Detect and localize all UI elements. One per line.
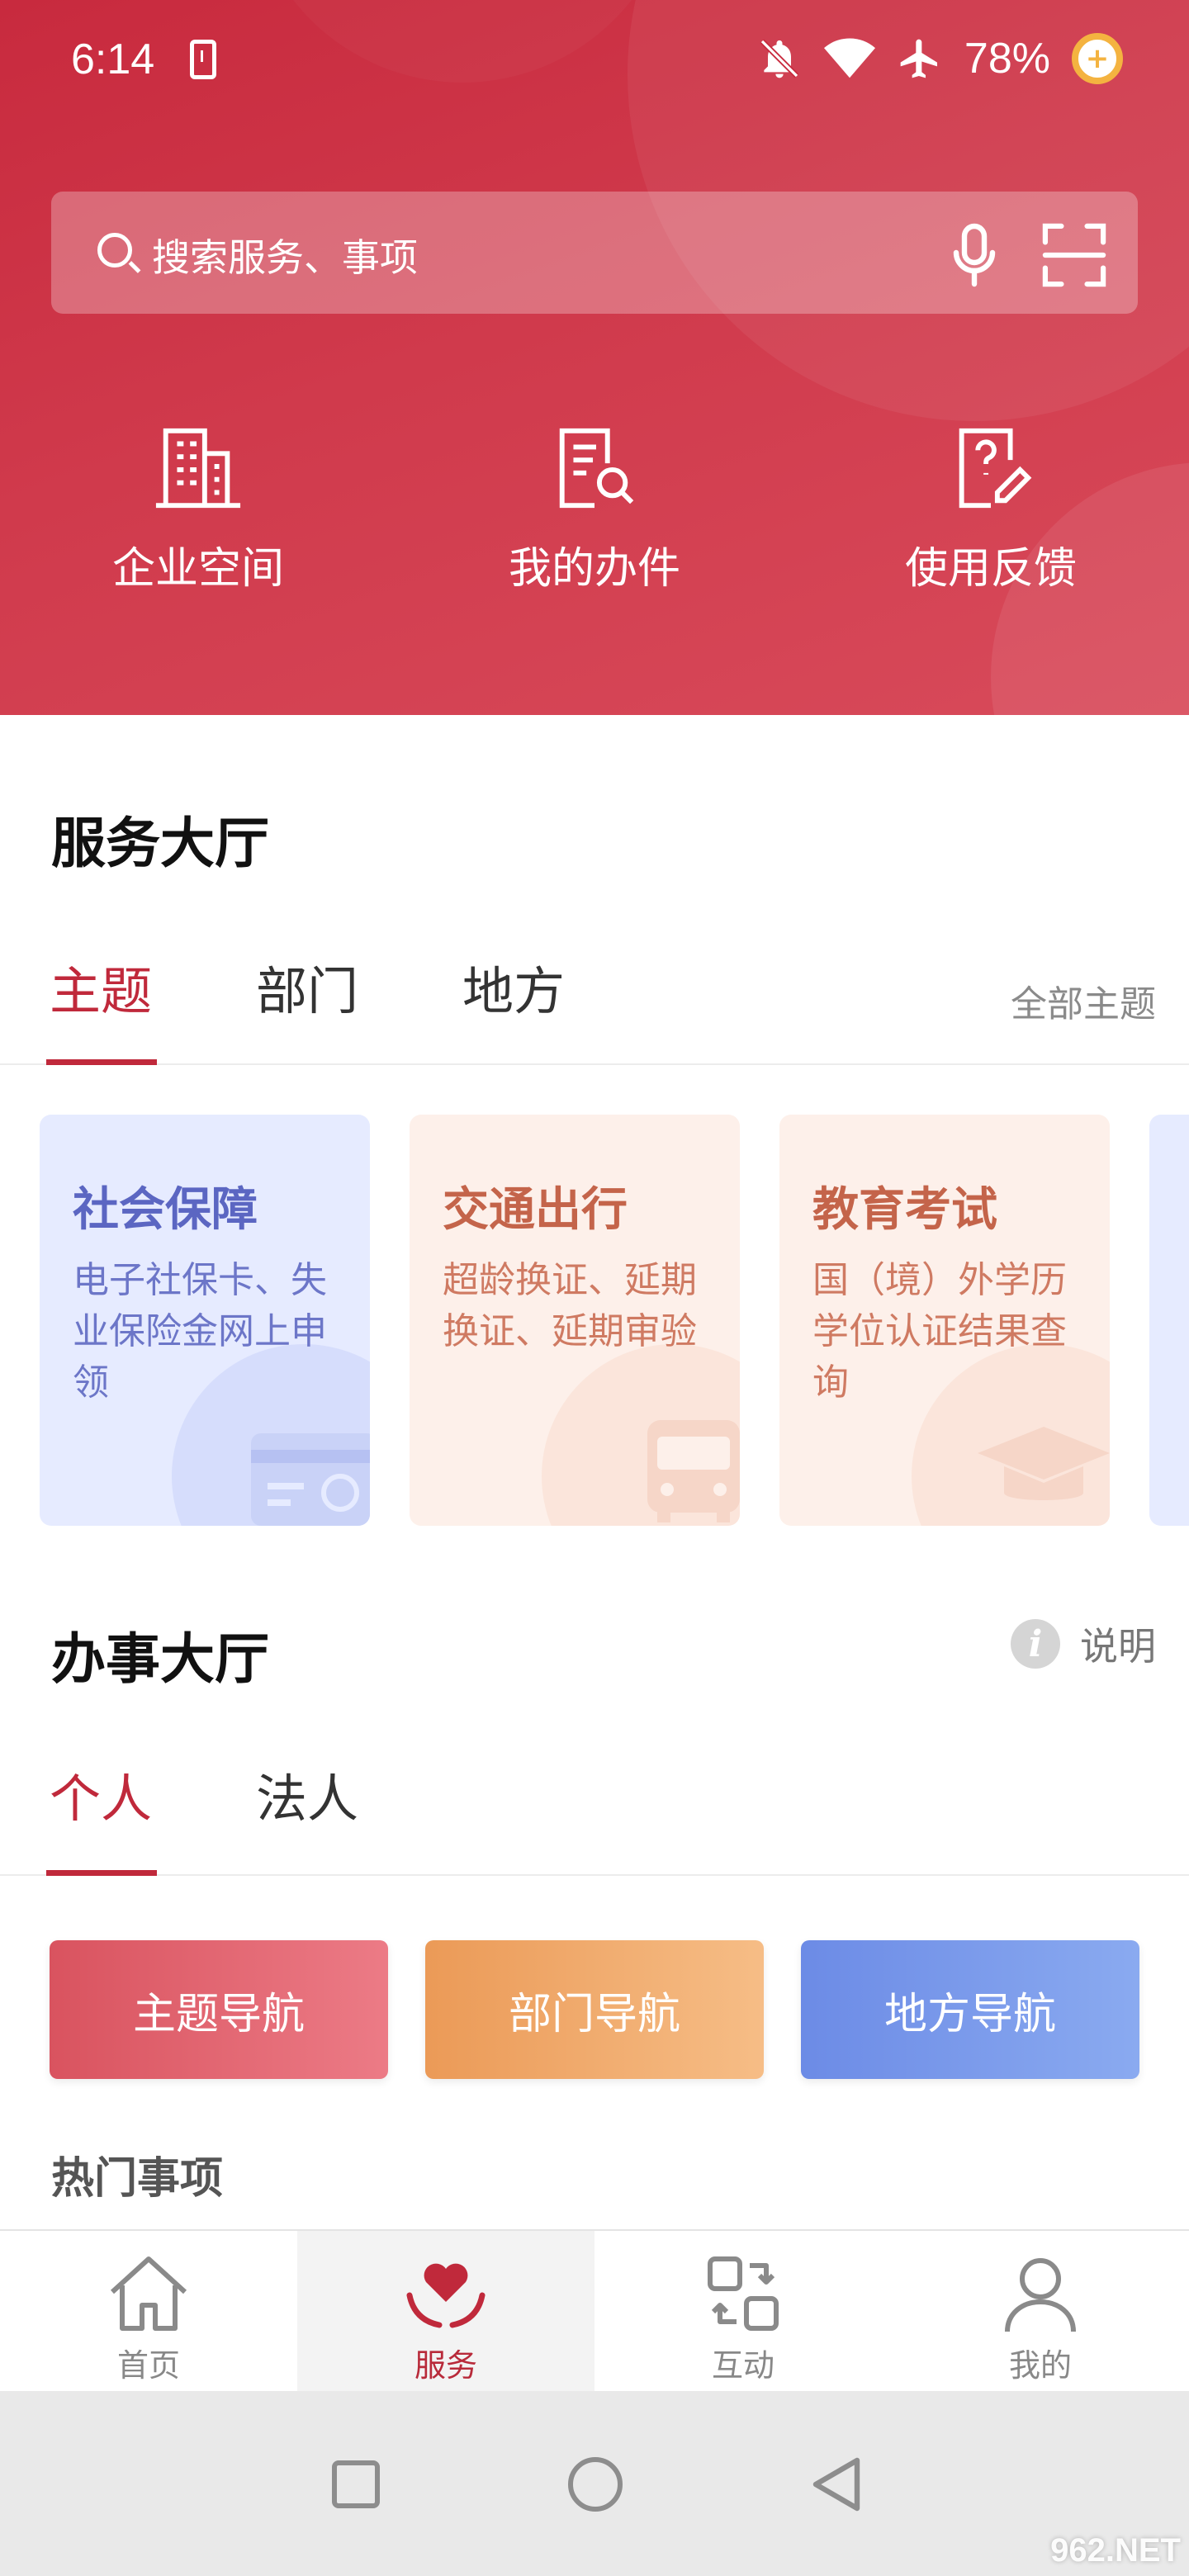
building-icon — [155, 428, 241, 509]
nav-service[interactable]: 服务 — [297, 2231, 594, 2393]
card-title: 社会保障 — [73, 1183, 258, 1237]
status-bar: 6:14 78% + — [0, 0, 1189, 124]
tab-individual[interactable]: 个人 — [50, 1757, 152, 1831]
search-icon — [97, 233, 132, 268]
nav-home[interactable]: 首页 — [0, 2231, 297, 2393]
card-description: 国（境）外学历学位认证结果查询 — [812, 1259, 1067, 1404]
nav-label: 首页 — [116, 2347, 180, 2384]
recent-apps-button[interactable] — [332, 2460, 380, 2508]
search-input[interactable]: 搜索服务、事项 — [152, 228, 418, 282]
battery-percent: 78% — [964, 35, 1050, 83]
hot-items-title: 热门事项 — [51, 2154, 224, 2204]
download-icon — [190, 40, 216, 79]
card-title: 交通出行 — [443, 1183, 628, 1237]
id-card-icon — [251, 1433, 370, 1526]
feedback-edit-icon — [959, 428, 1032, 509]
active-tab-indicator — [46, 1870, 157, 1876]
quick-action-label: 企业空间 — [111, 544, 284, 594]
tab-department[interactable]: 部门 — [256, 949, 358, 1024]
card-description: 超龄换证、延期换证、延期审验 — [443, 1259, 697, 1352]
nav-label: 服务 — [414, 2347, 477, 2384]
quick-action-label: 我的办件 — [508, 544, 680, 594]
home-button[interactable] — [568, 2457, 623, 2512]
nav-interaction[interactable]: 互动 — [594, 2231, 892, 2393]
watermark-logo: 962.NET — [1050, 2532, 1181, 2569]
card-title: 教育考试 — [812, 1183, 997, 1237]
all-themes-link[interactable]: 全部主题 — [1011, 974, 1156, 1027]
microphone-icon[interactable] — [950, 223, 999, 289]
bottom-navigation: 首页 服务 互动 我的 — [0, 2229, 1189, 2393]
tab-region[interactable]: 地方 — [462, 949, 565, 1024]
theme-card-partial[interactable] — [1149, 1115, 1189, 1526]
airplane-icon — [900, 39, 937, 78]
theme-card-transport[interactable]: 交通出行 超龄换证、延期换证、延期审验 — [410, 1115, 740, 1526]
system-navigation-bar: 962.NET — [0, 2391, 1189, 2576]
document-search-icon — [559, 428, 634, 509]
wifi-icon — [823, 38, 875, 78]
card-description: 电子社保卡、失业保险金网上申领 — [73, 1259, 327, 1404]
nav-label: 互动 — [711, 2347, 775, 2384]
header-banner: 6:14 78% + 搜索服务、事项 企业空间 我的办件 使用反馈 — [0, 0, 1189, 715]
help-link[interactable]: i 说明 — [1011, 1617, 1156, 1671]
nav-mine[interactable]: 我的 — [892, 2231, 1189, 2393]
battery-saver-icon: + — [1072, 33, 1123, 84]
affairs-hall-tabs: 个人 法人 — [0, 1757, 1189, 1876]
user-icon — [1005, 2258, 1076, 2332]
region-navigation-button[interactable]: 地方导航 — [801, 1940, 1139, 2079]
department-navigation-button[interactable]: 部门导航 — [425, 1940, 764, 2079]
theme-card-social-security[interactable]: 社会保障 电子社保卡、失业保险金网上申领 — [40, 1115, 370, 1526]
tab-theme[interactable]: 主题 — [50, 949, 152, 1024]
back-button[interactable] — [809, 2455, 864, 2513]
quick-action-feedback[interactable]: 使用反馈 — [834, 421, 1148, 595]
theme-navigation-button[interactable]: 主题导航 — [50, 1940, 388, 2079]
status-icons: 78% + — [756, 30, 1123, 88]
bell-off-icon — [760, 39, 799, 78]
graduation-cap-icon — [978, 1427, 1110, 1500]
button-label: 地方导航 — [883, 1989, 1056, 2039]
bus-icon — [647, 1420, 740, 1522]
heart-hands-icon — [406, 2263, 486, 2328]
interaction-icon — [708, 2256, 779, 2331]
service-hall-title: 服务大厅 — [51, 812, 269, 875]
tab-legal-entity[interactable]: 法人 — [256, 1757, 358, 1831]
quick-action-label: 使用反馈 — [904, 544, 1077, 594]
status-time: 6:14 — [71, 36, 155, 83]
quick-action-enterprise[interactable]: 企业空间 — [41, 421, 355, 595]
button-label: 部门导航 — [508, 1989, 680, 2039]
nav-label: 我的 — [1008, 2347, 1072, 2384]
button-label: 主题导航 — [132, 1989, 305, 2039]
info-icon: i — [1011, 1619, 1060, 1669]
theme-card-education[interactable]: 教育考试 国（境）外学历学位认证结果查询 — [779, 1115, 1110, 1526]
service-hall-tabs: 主题 部门 地方 全部主题 — [0, 949, 1189, 1065]
search-bar[interactable]: 搜索服务、事项 — [51, 192, 1138, 314]
quick-action-my-cases[interactable]: 我的办件 — [438, 421, 751, 595]
help-label: 说明 — [1080, 1624, 1156, 1669]
affairs-hall-title: 办事大厅 — [51, 1627, 269, 1691]
home-icon — [110, 2256, 187, 2331]
active-tab-indicator — [46, 1059, 157, 1065]
scan-icon[interactable] — [1042, 223, 1106, 287]
